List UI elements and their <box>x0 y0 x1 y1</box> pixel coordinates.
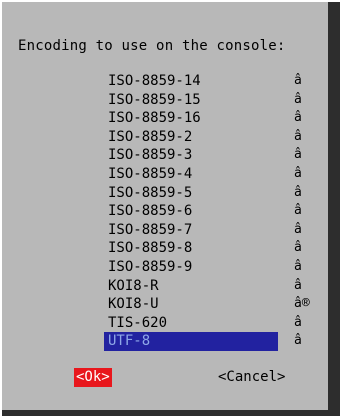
list-item-mark: â <box>294 258 302 274</box>
list-item-selected[interactable]: UTF-8 â <box>104 332 302 351</box>
list-item[interactable]: ISO-8859-16 â <box>104 109 302 128</box>
list-item-mark: â <box>294 314 302 330</box>
dialog-prompt: Encoding to use on the console: <box>18 38 286 54</box>
list-item[interactable]: ISO-8859-5 â <box>104 184 302 203</box>
encoding-list[interactable]: ISO-8859-14 â ISO-8859-15 â ISO-8859-16 … <box>104 72 310 351</box>
list-item[interactable]: KOI8-U â® <box>104 295 310 314</box>
list-item-mark: â <box>294 184 302 200</box>
list-item-label: ISO-8859-3 <box>108 147 193 164</box>
list-item-label: ISO-8859-5 <box>108 184 193 201</box>
list-item[interactable]: ISO-8859-15 â <box>104 91 302 110</box>
list-item-mark: â <box>294 240 302 256</box>
button-row: <Ok> <Cancel> <box>2 368 328 388</box>
encoding-dialog: Encoding to use on the console: ISO-8859… <box>2 2 340 416</box>
list-item-label: ISO-8859-4 <box>108 165 193 182</box>
list-item[interactable]: ISO-8859-2 â <box>104 128 302 147</box>
list-item-label: ISO-8859-6 <box>108 203 193 220</box>
list-item-label: ISO-8859-2 <box>108 128 193 145</box>
ok-button[interactable]: <Ok> <box>74 368 112 387</box>
list-item-mark: â <box>294 165 302 181</box>
list-item-mark: â® <box>294 296 310 312</box>
list-item[interactable]: ISO-8859-14 â <box>104 72 302 91</box>
list-item-mark: â <box>294 277 302 293</box>
list-item[interactable]: ISO-8859-7 â <box>104 221 302 240</box>
list-item-mark: â <box>294 73 302 88</box>
list-item[interactable]: TIS-620 â <box>104 314 302 333</box>
list-item-label: KOI8-R <box>108 277 159 294</box>
list-item[interactable]: ISO-8859-9 â <box>104 258 302 277</box>
list-item-mark: â <box>294 221 302 237</box>
list-item[interactable]: ISO-8859-8 â <box>104 239 302 258</box>
list-item[interactable]: ISO-8859-6 â <box>104 202 302 221</box>
list-item-label: TIS-620 <box>108 314 168 331</box>
list-item[interactable]: KOI8-R â <box>104 277 302 296</box>
list-item-label: ISO-8859-15 <box>108 91 201 108</box>
list-item-label: ISO-8859-8 <box>108 240 193 257</box>
list-item-label: ISO-8859-16 <box>108 110 201 127</box>
list-item-label: KOI8-U <box>108 296 159 313</box>
list-item-mark: â <box>294 110 302 126</box>
cancel-button[interactable]: <Cancel> <box>218 368 285 387</box>
list-item[interactable]: ISO-8859-3 â <box>104 146 302 165</box>
list-item-mark: â <box>294 333 302 349</box>
list-item-label: ISO-8859-14 <box>108 73 201 89</box>
list-item-mark: â <box>294 203 302 219</box>
list-item-mark: â <box>294 91 302 107</box>
list-item-label: UTF-8 <box>108 333 151 350</box>
list-item-label: ISO-8859-9 <box>108 258 193 275</box>
list-item-mark: â <box>294 128 302 144</box>
list-item-mark: â <box>294 147 302 163</box>
list-item-label: ISO-8859-7 <box>108 221 193 238</box>
list-item[interactable]: ISO-8859-4 â <box>104 165 302 184</box>
